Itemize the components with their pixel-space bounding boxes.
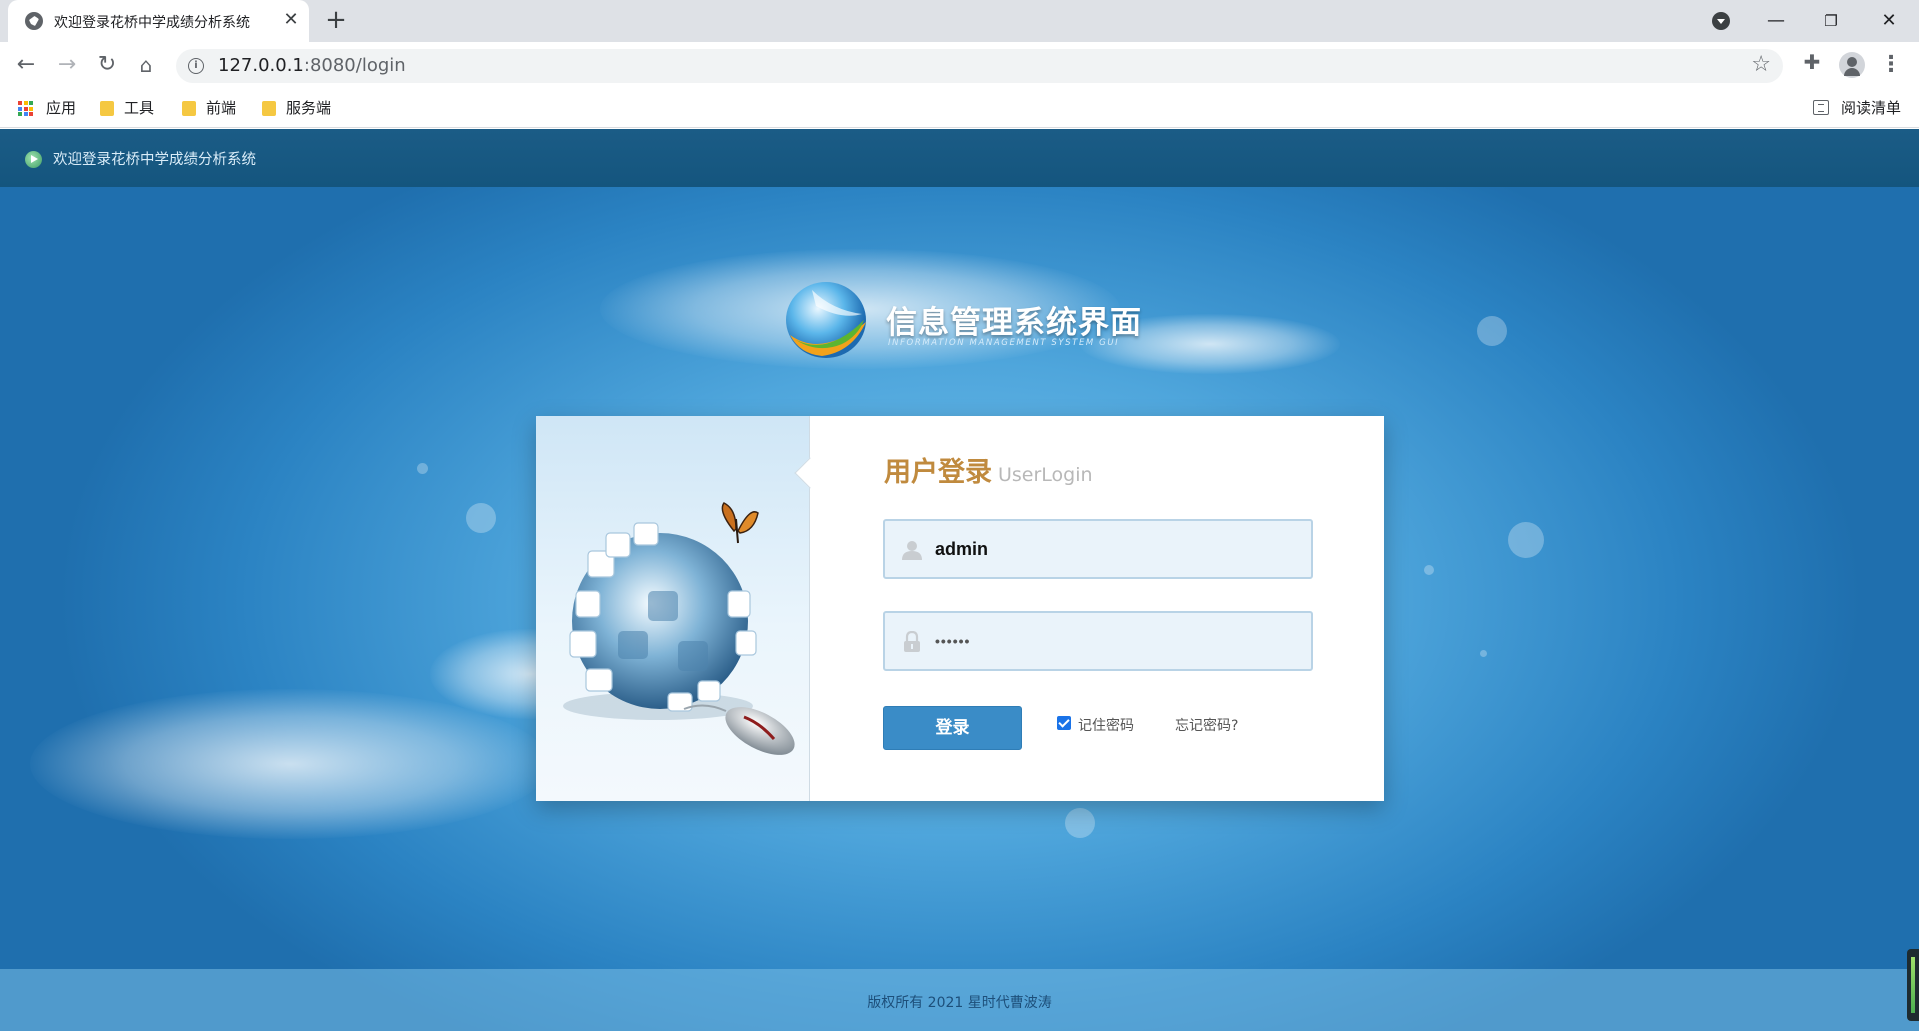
copyright-text: 版权所有 2021 星时代曹波涛 [867,995,1052,1011]
bubble-decoration [1477,316,1507,346]
back-icon[interactable]: ← [11,50,41,80]
browser-tabstrip: 欢迎登录花桥中学成绩分析系统 ✕ + — ❐ ✕ [0,0,1919,42]
password-input[interactable] [935,623,1295,659]
browser-menu-icon[interactable]: ⋮ [1880,50,1902,80]
extensions-icon[interactable]: ✚ [1797,50,1827,80]
login-heading-cn: 用户登录 [884,457,992,488]
puzzle-globe-illustration [563,502,795,755]
bookmark-star-icon[interactable]: ☆ [1751,52,1771,77]
browser-tab[interactable]: 欢迎登录花桥中学成绩分析系统 ✕ [8,0,309,42]
bubble-decoration [1480,650,1487,657]
login-illustration-panel [536,416,810,801]
close-icon[interactable]: ✕ [280,9,302,31]
folder-icon [100,101,114,116]
login-heading-en: UserLogin [998,464,1093,486]
minimize-icon[interactable]: — [1761,6,1791,36]
folder-icon [262,101,276,116]
url-host: 127.0.0.1 [218,55,304,76]
window-close-icon[interactable]: ✕ [1874,6,1904,36]
username-field[interactable] [883,519,1313,579]
bookmark-label: 工具 [124,99,155,117]
restore-icon[interactable]: ❐ [1816,6,1846,36]
apps-grid-icon [18,101,33,116]
address-bar[interactable]: i 127.0.0.1:8080/login ☆ [176,49,1783,83]
side-widget[interactable] [1907,949,1919,1021]
reading-list-label: 阅读清单 [1841,99,1902,117]
login-panel: 用户登录 UserLogin 登录 记住密码 忘记密码? [536,416,1384,801]
bubble-decoration [1065,808,1095,838]
profile-avatar-icon[interactable] [1839,52,1865,78]
url-path: :8080/login [303,55,406,76]
page-topbar: 欢迎登录花桥中学成绩分析系统 [0,129,1919,187]
folder-icon [182,101,196,116]
play-icon [25,151,42,168]
login-heading: 用户登录 UserLogin [884,450,1093,489]
forward-icon[interactable]: → [52,50,82,80]
reading-list-icon [1813,100,1829,115]
login-page: 欢迎登录花桥中学成绩分析系统 信息管理系统界面 INFORMATION MANA… [0,129,1919,1031]
username-input[interactable] [935,531,1295,567]
new-tab-button[interactable]: + [322,7,350,35]
bookmark-label: 前端 [206,99,237,117]
home-icon[interactable]: ⌂ [131,50,161,80]
logo-globe-icon [786,282,866,358]
bubble-decoration [466,503,496,533]
bookmarks-bar: 应用 工具 前端 服务端 阅读清单 [0,88,1919,128]
user-icon [902,541,922,560]
url-text[interactable]: 127.0.0.1:8080/login [218,55,406,76]
browser-toolbar: ← → ↻ ⌂ i 127.0.0.1:8080/login ☆ [0,42,1919,88]
lock-icon [904,631,920,652]
bubble-decoration [417,463,428,474]
bookmark-label: 服务端 [286,99,332,117]
password-field[interactable] [883,611,1313,671]
bubble-decoration [1424,565,1434,575]
remember-password-label: 记住密码 [1078,718,1134,734]
bookmark-label: 应用 [46,99,77,117]
login-button[interactable]: 登录 [883,706,1022,750]
forgot-password-link[interactable]: 忘记密码? [1175,715,1238,735]
globe-icon [25,12,43,30]
logo-subtitle: INFORMATION MANAGEMENT SYSTEM GUI [888,338,1120,348]
page-title: 欢迎登录花桥中学成绩分析系统 [53,152,256,168]
cloud-decoration [30,689,550,839]
logo-title: 信息管理系统界面 [886,305,1142,341]
tab-title: 欢迎登录花桥中学成绩分析系统 [54,15,250,31]
info-icon[interactable]: i [188,58,204,74]
checkbox-checked-icon[interactable] [1057,716,1071,730]
page-footer: 版权所有 2021 星时代曹波涛 [0,969,1919,1031]
reload-icon[interactable]: ↻ [92,50,122,80]
bubble-decoration [1508,522,1544,558]
tab-search-icon[interactable] [1712,12,1730,30]
